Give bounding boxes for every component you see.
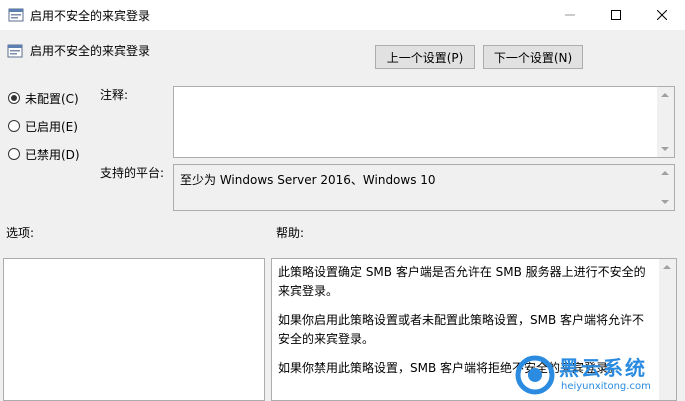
watermark-site: heiyunxitong.com xyxy=(561,381,651,392)
radio-label: 已禁用(D) xyxy=(25,147,80,162)
radio-label: 已启用(E) xyxy=(25,119,78,134)
radio-button[interactable] xyxy=(8,120,20,132)
minimize-icon xyxy=(565,14,575,16)
scroll-up-icon[interactable] xyxy=(661,93,669,97)
comment-textarea[interactable] xyxy=(173,86,675,158)
scroll-down-icon[interactable] xyxy=(661,147,669,151)
comment-label: 注释: xyxy=(100,88,129,102)
options-pane xyxy=(3,258,265,401)
window-title: 启用不安全的来宾登录 xyxy=(30,9,151,23)
policy-name: 启用不安全的来宾登录 xyxy=(30,44,151,58)
scroll-up-icon[interactable] xyxy=(661,171,669,175)
help-paragraph: 此策略设置确定 SMB 客户端是否允许在 SMB 服务器上进行不安全的来宾登录。 xyxy=(278,265,646,298)
platform-value: 至少为 Windows Server 2016、Windows 10 xyxy=(180,173,436,187)
scroll-down-icon[interactable] xyxy=(661,200,669,204)
next-setting-button[interactable]: 下一个设置(N) xyxy=(483,45,583,69)
close-icon xyxy=(657,10,667,20)
platform-field: 至少为 Windows Server 2016、Windows 10 xyxy=(173,164,675,211)
help-section-label: 帮助: xyxy=(276,226,305,240)
help-paragraph: 如果你启用此策略设置或者未配置此策略设置，SMB 客户端将允许不安全的来宾登录。 xyxy=(278,313,645,346)
radio-button-checked[interactable] xyxy=(8,92,20,104)
scroll-up-icon[interactable] xyxy=(663,265,671,269)
maximize-button[interactable] xyxy=(593,0,639,30)
close-button[interactable] xyxy=(639,0,685,30)
radio-not-configured[interactable]: 未配置(C) xyxy=(8,89,79,107)
radio-disabled[interactable]: 已禁用(D) xyxy=(8,145,80,163)
comment-scrollbar[interactable] xyxy=(657,87,674,157)
radio-label: 未配置(C) xyxy=(25,91,79,106)
minimize-button[interactable] xyxy=(547,0,593,30)
radio-enabled[interactable]: 已启用(E) xyxy=(8,117,78,135)
radio-button[interactable] xyxy=(8,148,20,160)
policy-setting-icon xyxy=(7,44,23,58)
cloud-logo-icon xyxy=(515,355,555,395)
platform-label: 支持的平台: xyxy=(100,166,165,180)
title-bar: 启用不安全的来宾登录 xyxy=(0,0,685,30)
platform-scrollbar[interactable] xyxy=(657,165,674,210)
options-section-label: 选项: xyxy=(6,226,35,240)
policy-setting-icon xyxy=(8,8,24,22)
previous-setting-button[interactable]: 上一个设置(P) xyxy=(375,45,475,69)
maximize-icon xyxy=(611,10,621,20)
watermark-brand: 黑云系统 xyxy=(559,356,647,380)
watermark: 黑云系统 heiyunxitong.com xyxy=(515,352,685,401)
